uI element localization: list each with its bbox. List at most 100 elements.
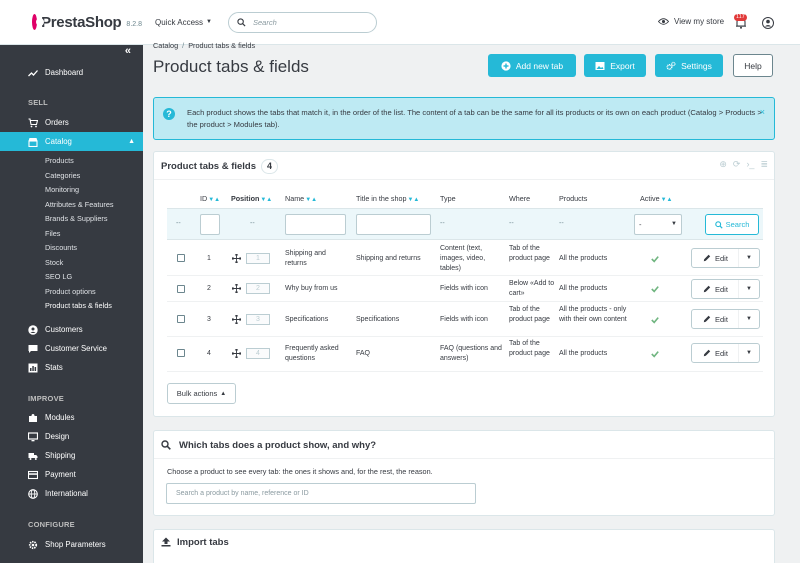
credit-card-icon [28, 470, 38, 479]
export-button[interactable]: Export [584, 54, 646, 77]
sidebar-label: Customers [45, 325, 83, 334]
truck-icon [28, 452, 38, 460]
table-row[interactable]: 2 2 Why buy from us Fields with icon Bel… [167, 276, 763, 302]
sidebar-item-payment[interactable]: Payment [0, 465, 143, 484]
sidebar-item-orders[interactable]: Orders [0, 113, 143, 132]
caret-down-icon[interactable]: ▼ [746, 255, 752, 261]
sidebar-item-stats[interactable]: Stats [0, 358, 143, 377]
column-name[interactable]: Name▼▲ [285, 194, 317, 203]
sidebar-item-international[interactable]: International [0, 484, 143, 503]
sidebar-subitem-discounts[interactable]: Discounts [45, 243, 77, 252]
sort-arrows-icon[interactable]: ▼▲ [305, 197, 317, 203]
add-icon[interactable]: ⊕ [719, 159, 727, 170]
view-store-link[interactable]: View my store [658, 17, 724, 26]
check-icon[interactable] [651, 255, 659, 263]
refresh-icon[interactable]: ⟳ [733, 159, 741, 170]
sidebar-item-shipping[interactable]: Shipping [0, 446, 143, 465]
caret-down-icon: ▼ [206, 19, 212, 25]
help-button[interactable]: Help [733, 54, 773, 77]
caret-up-icon: ▲ [220, 390, 227, 397]
bulk-actions-button[interactable]: Bulk actions ▲ [167, 383, 236, 404]
filter-name-input[interactable] [285, 214, 346, 235]
sort-arrows-icon[interactable]: ▼▲ [661, 197, 673, 203]
sidebar-subitem-product-tabs[interactable]: Product tabs & fields [45, 301, 112, 310]
row-products: All the products [559, 285, 608, 292]
column-title[interactable]: Title in the shop▼▲ [356, 194, 419, 203]
caret-down-icon[interactable]: ▼ [746, 350, 752, 356]
sidebar-subitem-stock[interactable]: Stock [45, 258, 63, 267]
sidebar-subitem-product-options[interactable]: Product options [45, 287, 96, 296]
drag-handle-icon[interactable] [232, 284, 241, 293]
sidebar-subitem-brands[interactable]: Brands & Suppliers [45, 214, 107, 223]
drag-handle-icon[interactable] [232, 315, 241, 324]
filter-active-select[interactable]: - ▼ [634, 214, 682, 235]
quick-access-dropdown[interactable]: Quick Access ▼ [155, 18, 215, 27]
settings-button[interactable]: Settings [655, 54, 723, 77]
sidebar-item-shop-parameters[interactable]: Shop Parameters [0, 535, 143, 554]
row-checkbox[interactable] [177, 254, 185, 262]
sql-query-icon[interactable]: ›_ [746, 159, 754, 170]
column-products: Products [559, 194, 588, 203]
filter-id-input[interactable] [200, 214, 220, 235]
header-search-input[interactable]: Search [228, 11, 377, 33]
row-checkbox[interactable] [177, 315, 185, 323]
check-icon[interactable] [651, 285, 659, 293]
product-search-input[interactable]: Search a product by name, reference or I… [166, 483, 476, 504]
sidebar-item-modules[interactable]: Modules [0, 408, 143, 427]
sidebar-subitem-attributes[interactable]: Attributes & Features [45, 200, 114, 209]
drag-handle-icon[interactable] [232, 254, 241, 263]
search-icon [161, 440, 171, 450]
panel-tools: ⊕ ⟳ ›_ ≣ [719, 159, 768, 170]
filter-title-input[interactable] [356, 214, 431, 235]
sort-arrows-icon[interactable]: ▼▲ [208, 197, 220, 203]
sidebar-label: Stats [45, 363, 63, 372]
sidebar-subitem-products[interactable]: Products [45, 156, 74, 165]
database-icon[interactable]: ≣ [760, 159, 768, 170]
drag-handle-icon[interactable] [232, 349, 241, 358]
edit-button[interactable]: Edit ▼ [691, 309, 760, 329]
sidebar-subitem-files[interactable]: Files [45, 229, 60, 238]
edit-button[interactable]: Edit ▼ [691, 279, 760, 299]
row-checkbox[interactable] [177, 349, 185, 357]
explain-panel-title: Which tabs does a product show, and why? [179, 440, 377, 451]
column-active-label: Active [640, 194, 660, 203]
close-alert-icon[interactable]: × [760, 107, 765, 117]
sidebar-item-design[interactable]: Design [0, 427, 143, 446]
sidebar-subitem-categories[interactable]: Categories [45, 171, 80, 180]
column-where: Where [509, 194, 531, 203]
edit-button[interactable]: Edit ▼ [691, 343, 760, 363]
caret-down-icon[interactable]: ▼ [746, 316, 752, 322]
prestashop-logo[interactable]: PrestaShop 8.2.8 [32, 14, 142, 31]
pencil-icon [703, 254, 711, 262]
row-id: 3 [207, 316, 211, 323]
breadcrumb-parent-link[interactable]: Catalog [153, 41, 178, 50]
sidebar-subitem-monitoring[interactable]: Monitoring [45, 185, 79, 194]
sidebar-item-customers[interactable]: Customers [0, 320, 143, 339]
user-avatar-icon[interactable] [762, 17, 774, 29]
check-icon[interactable] [651, 350, 659, 358]
sidebar-item-dashboard[interactable]: Dashboard [0, 63, 143, 82]
filter-search-button[interactable]: Search [705, 214, 759, 235]
table-header: ID▼▲ Position▼▲ Name▼▲ Title in the shop… [167, 190, 763, 207]
column-position[interactable]: Position▼▲ [231, 194, 272, 203]
caret-down-icon[interactable]: ▼ [746, 286, 752, 292]
sidebar-item-customer-service[interactable]: Customer Service [0, 339, 143, 358]
row-checkbox[interactable] [177, 285, 185, 293]
sort-arrows-icon[interactable]: ▼▲ [407, 197, 419, 203]
version-label: 8.2.8 [126, 20, 142, 28]
collapse-sidebar-icon[interactable]: « [125, 45, 131, 57]
table-row[interactable]: 3 3 Specifications Specifications Fields… [167, 302, 763, 337]
sidebar-subitem-seo[interactable]: SEO LG [45, 272, 72, 281]
edit-label: Edit [715, 284, 728, 294]
table-row[interactable]: 1 1 Shipping and returns Shipping and re… [167, 241, 763, 276]
column-id[interactable]: ID▼▲ [200, 194, 220, 203]
section-configure: CONFIGURE [28, 520, 75, 529]
add-new-tab-button[interactable]: Add new tab [488, 54, 576, 77]
button-divider [738, 280, 739, 298]
sort-arrows-icon[interactable]: ▼▲ [260, 197, 272, 203]
check-icon[interactable] [651, 316, 659, 324]
table-row[interactable]: 4 4 Frequently asked questions FAQ FAQ (… [167, 337, 763, 372]
sidebar-item-catalog[interactable]: Catalog ▲ [0, 132, 143, 151]
column-active[interactable]: Active▼▲ [640, 194, 672, 203]
edit-button[interactable]: Edit ▼ [691, 248, 760, 268]
